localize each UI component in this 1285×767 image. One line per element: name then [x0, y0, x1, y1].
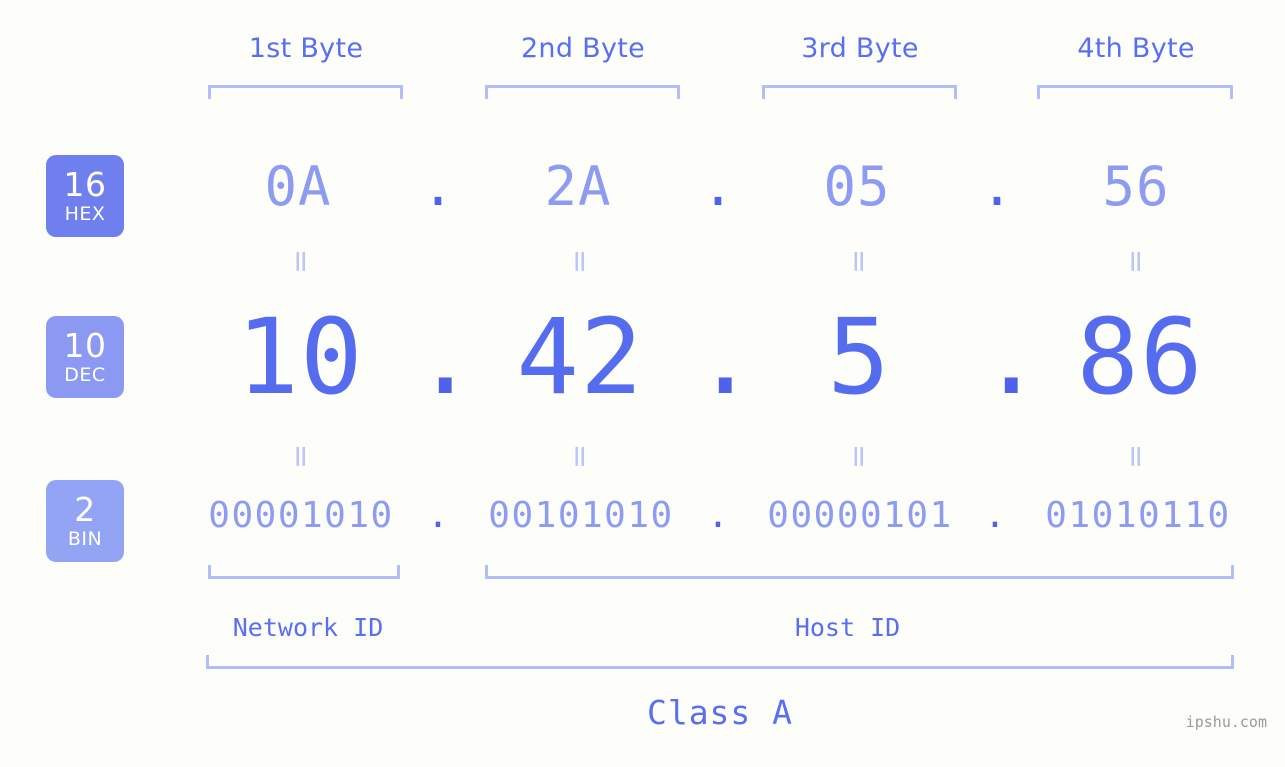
equals-mark-dec-bin-4: = — [1118, 443, 1154, 470]
watermark: ipshu.com — [1185, 713, 1267, 731]
base-badge-dec-number: 10 — [63, 326, 107, 365]
byte-header-3: 3rd Byte — [801, 33, 919, 64]
base-badge-bin-name: BIN — [67, 528, 103, 550]
host-id-bracket — [485, 565, 1234, 579]
dec-separator-2: . — [694, 296, 757, 418]
base-badge-dec[interactable]: 10 DEC — [46, 316, 124, 398]
equals-mark-dec-bin-1: = — [283, 443, 319, 470]
base-badge-bin[interactable]: 2 BIN — [46, 480, 124, 562]
dec-separator-3: . — [980, 296, 1043, 418]
byte-bracket-1 — [208, 85, 403, 99]
dec-separator-1: . — [414, 296, 477, 418]
equals-mark-dec-bin-2: = — [562, 443, 598, 470]
bin-byte-1: 00001010 — [208, 495, 394, 536]
network-id-bracket — [208, 565, 400, 579]
byte-header-2: 2nd Byte — [520, 33, 646, 64]
bin-byte-4: 01010110 — [1045, 495, 1231, 536]
hex-separator-1: . — [421, 155, 455, 218]
ip-address-breakdown-diagram: 1st Byte 2nd Byte 3rd Byte 4th Byte 16 H… — [0, 0, 1285, 767]
network-id-label: Network ID — [232, 613, 384, 642]
byte-header-4: 4th Byte — [1077, 33, 1195, 64]
bin-separator-1: . — [427, 495, 449, 536]
bin-separator-2: . — [707, 495, 729, 536]
base-badge-hex-name: HEX — [64, 203, 106, 225]
equals-mark-dec-bin-3: = — [841, 443, 877, 470]
byte-bracket-3 — [762, 85, 957, 99]
base-badge-bin-number: 2 — [74, 490, 96, 529]
byte-bracket-4 — [1037, 85, 1233, 99]
base-badge-dec-name: DEC — [64, 364, 106, 386]
hex-separator-3: . — [980, 155, 1014, 218]
hex-separator-2: . — [701, 155, 735, 218]
class-bracket — [206, 655, 1234, 669]
byte-bracket-2 — [485, 85, 680, 99]
class-label: Class A — [646, 693, 794, 732]
host-id-label: Host ID — [794, 613, 901, 642]
byte-header-1: 1st Byte — [248, 33, 364, 64]
bin-separator-3: . — [984, 495, 1006, 536]
base-badge-hex-number: 16 — [63, 165, 107, 204]
base-badge-hex[interactable]: 16 HEX — [46, 155, 124, 237]
bin-byte-2: 00101010 — [488, 495, 674, 536]
bin-byte-3: 00000101 — [767, 495, 953, 536]
